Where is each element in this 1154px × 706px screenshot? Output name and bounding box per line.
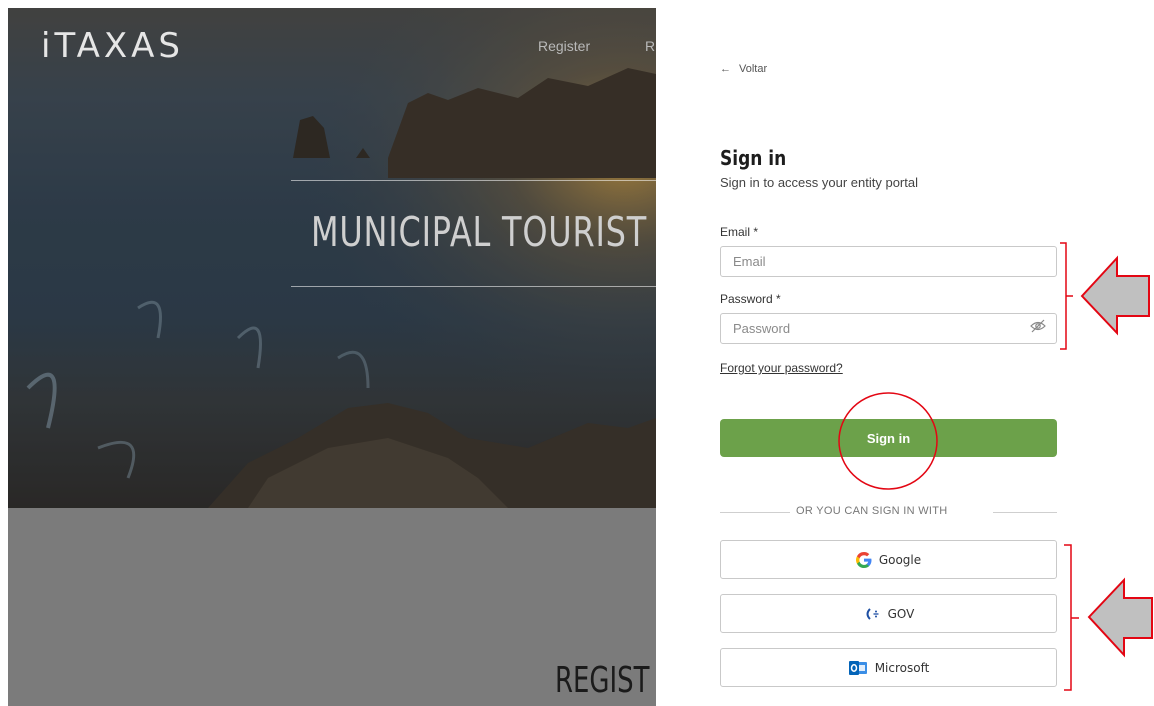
hero-overlay — [8, 8, 656, 508]
divider-line-right — [993, 512, 1057, 513]
divider-line-left — [720, 512, 790, 513]
nav-link-partial[interactable]: R — [645, 38, 655, 54]
page-title: Sign in — [720, 146, 787, 170]
email-field[interactable] — [720, 246, 1057, 277]
hero-divider-top — [291, 180, 656, 181]
gov-signin-button[interactable]: GOV — [720, 594, 1057, 633]
hero-title: MUNICIPAL TOURIST — [311, 208, 648, 256]
nav-register-link[interactable]: Register — [538, 38, 590, 54]
outlook-icon — [848, 660, 867, 675]
page-subtitle: Sign in to access your entity portal — [720, 175, 918, 190]
eye-off-icon[interactable] — [1030, 319, 1046, 333]
microsoft-label: Microsoft — [874, 660, 930, 675]
hero-divider-bottom — [291, 286, 656, 287]
google-label: Google — [878, 552, 922, 567]
password-label: Password * — [720, 292, 781, 306]
background-website: iTAXAS Register R MUNICIPAL TOURIST — [8, 8, 656, 706]
register-heading: REGIST — [555, 660, 650, 701]
email-label: Email * — [720, 225, 759, 239]
google-signin-button[interactable]: Google — [720, 540, 1057, 579]
signin-button[interactable]: Sign in — [720, 419, 1057, 457]
back-label: Voltar — [739, 63, 768, 75]
microsoft-signin-button[interactable]: Microsoft — [720, 648, 1057, 687]
forgot-password-link[interactable]: Forgot your password? — [720, 361, 843, 375]
site-logo: iTAXAS — [41, 26, 184, 66]
hero-banner: iTAXAS Register R MUNICIPAL TOURIST — [8, 8, 656, 508]
gov-label: GOV — [887, 606, 915, 621]
gov-icon — [866, 607, 879, 620]
password-field[interactable] — [720, 313, 1057, 344]
arrow-left-icon: ← — [720, 63, 731, 75]
divider-text: OR YOU CAN SIGN IN WITH — [796, 505, 948, 517]
google-icon — [855, 551, 872, 568]
back-link[interactable]: ← Voltar — [720, 63, 767, 75]
